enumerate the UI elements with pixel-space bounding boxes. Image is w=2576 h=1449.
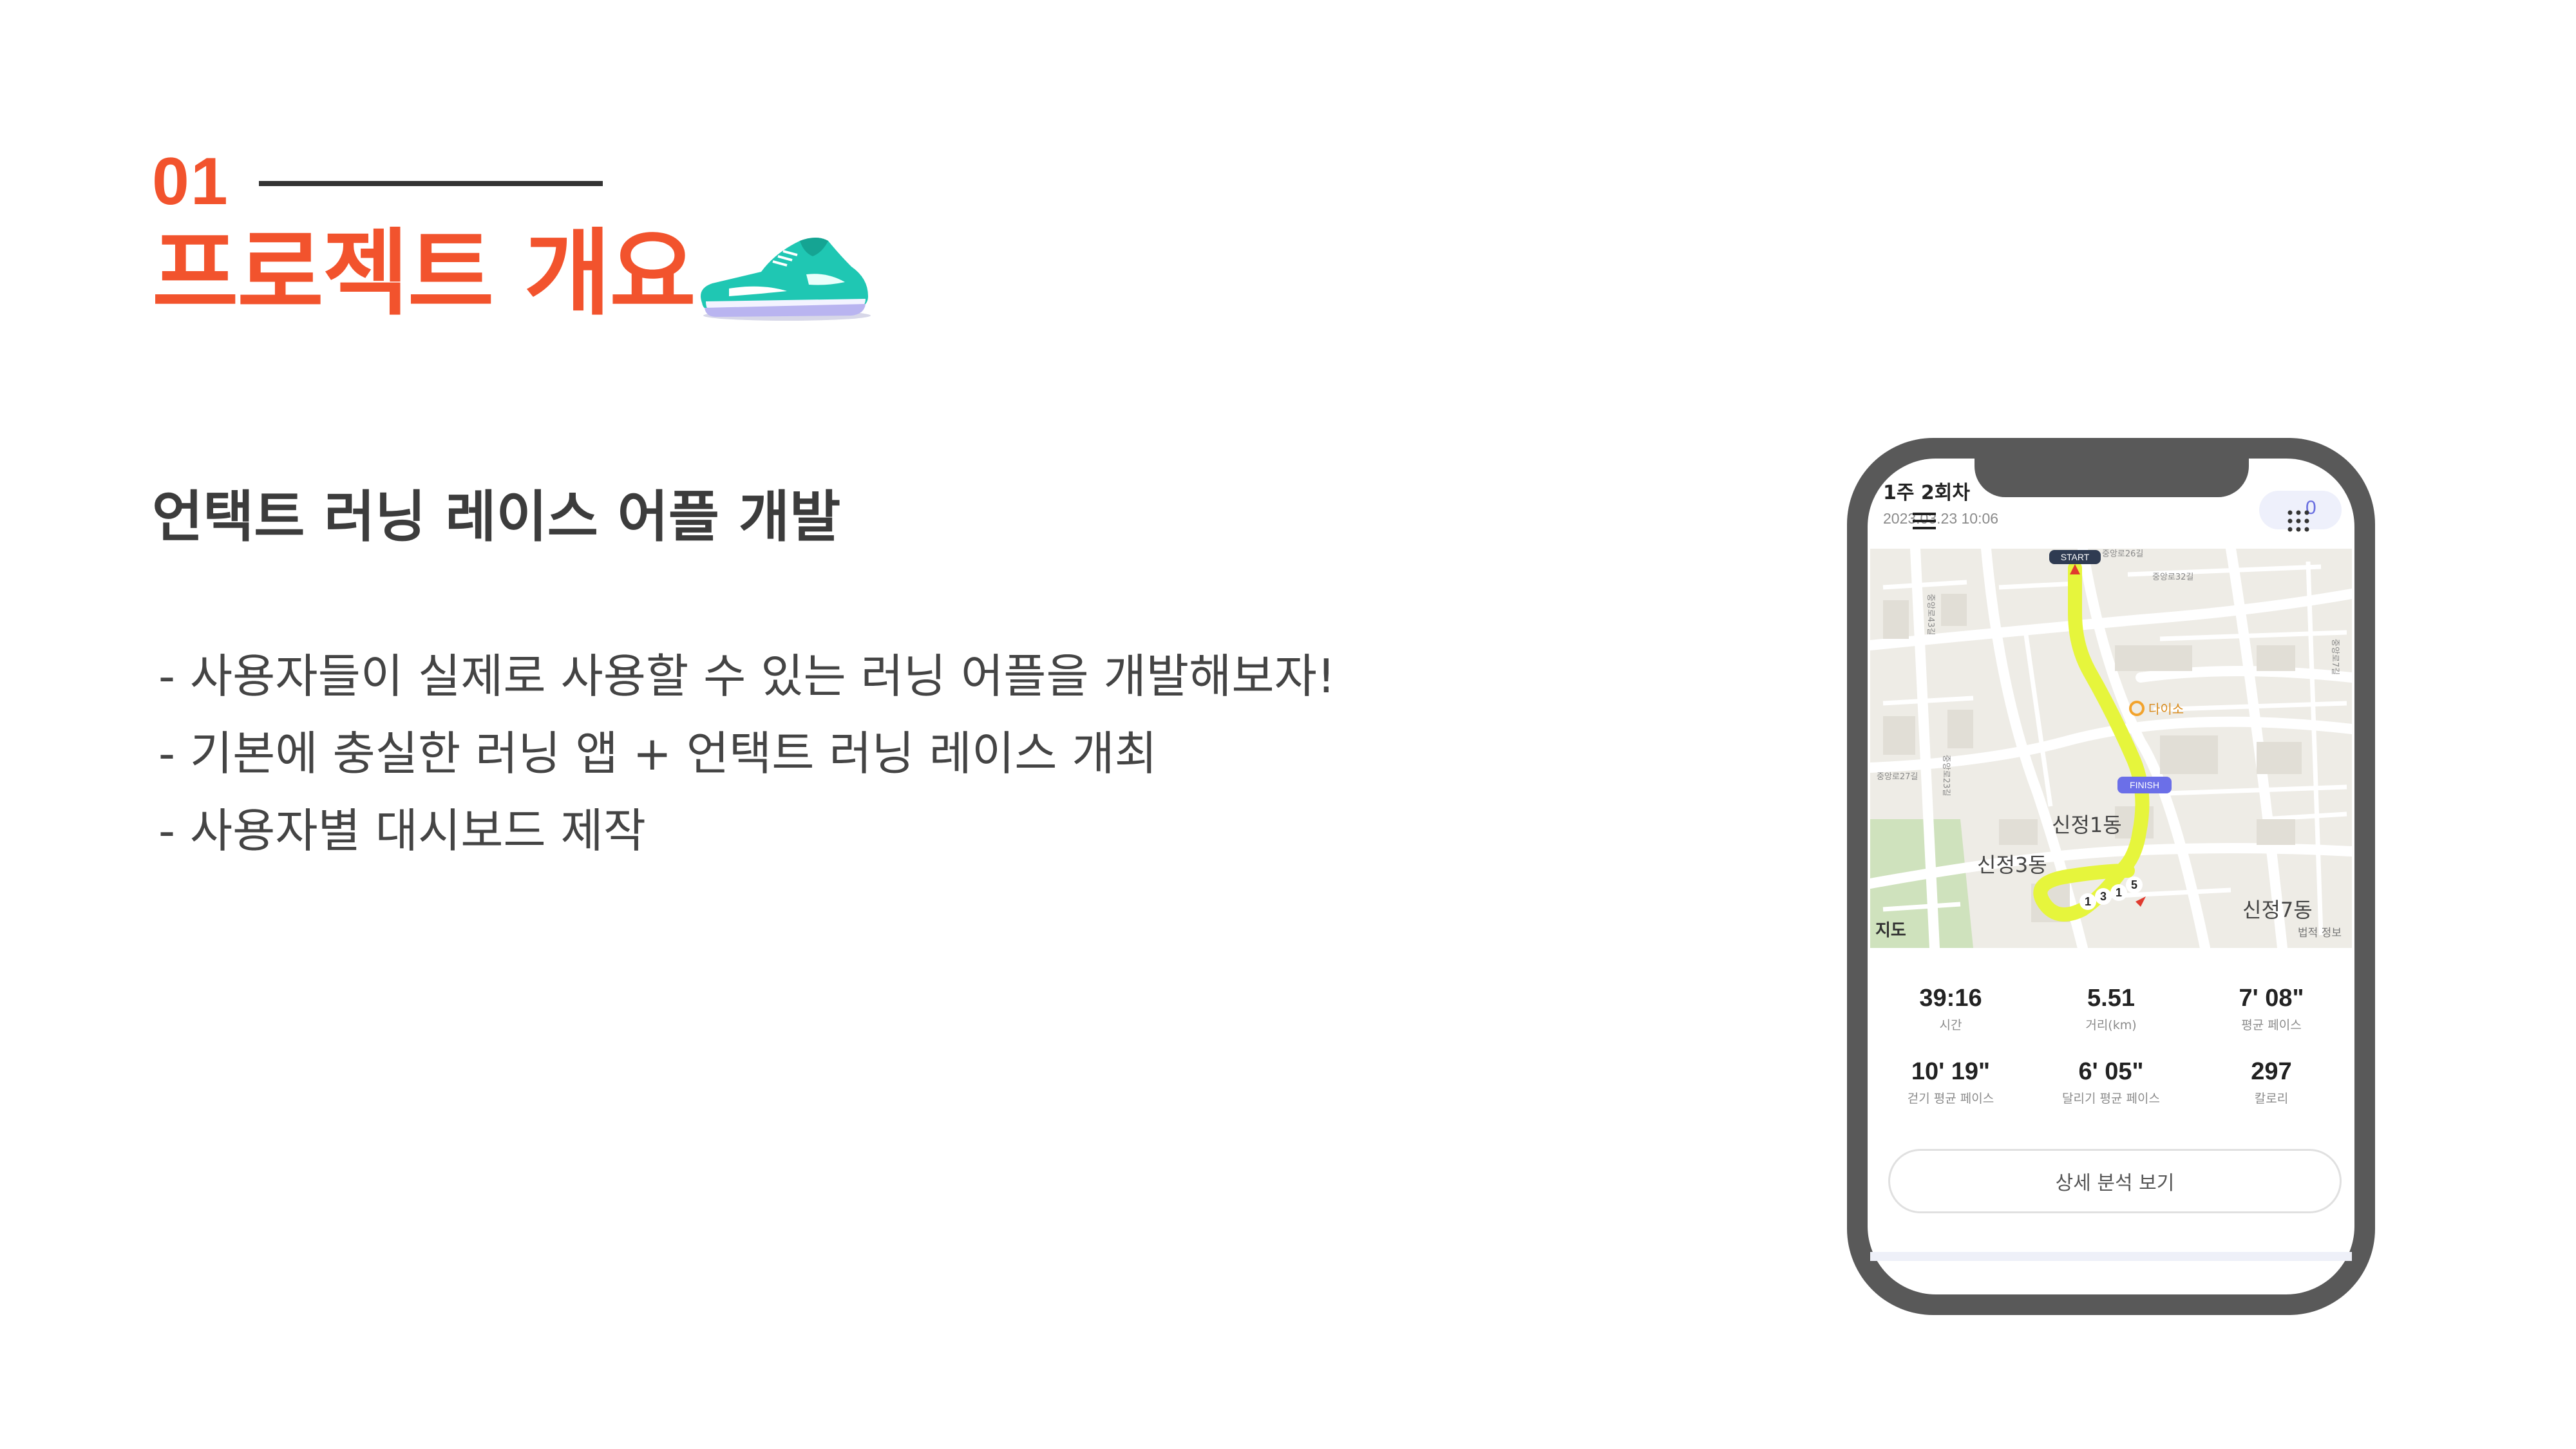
map-legal-link[interactable]: 법적 정보 [2298, 923, 2342, 940]
route-map[interactable]: START FINISH 다이소 신정1동 신정3동 신정7동 중앙로32길 중… [1870, 549, 2352, 948]
map-start-label: START [2061, 552, 2090, 562]
bullet-item: - 기본에 충실한 러닝 앱 + 언택트 러닝 레이스 개최 [158, 726, 1157, 781]
map-street-label: 중앙로32길 [2152, 573, 2193, 582]
detail-analysis-button[interactable]: 상세 분석 보기 [1888, 1149, 2342, 1213]
section-title: 프로젝트 개요 [152, 219, 696, 328]
stat-walk-pace: 10' 19" 걷기 평균 페이스 [1870, 1056, 2031, 1108]
stat-label: 시간 [1939, 1018, 1962, 1032]
map-attribution: 지도 [1875, 921, 1906, 940]
grid-icon[interactable] [2286, 509, 2311, 533]
menu-icon[interactable] [1911, 510, 1937, 532]
km-marker: 1 [2085, 895, 2091, 908]
bullet-list: - 사용자들이 실제로 사용할 수 있는 러닝 어플을 개발해보자! - 기본에… [158, 638, 1336, 869]
map-finish-label: FINISH [2130, 780, 2159, 790]
stat-avg-pace: 7' 08" 평균 페이스 [2191, 983, 2352, 1034]
phone-notch [1975, 448, 2249, 497]
running-shoe-icon [701, 238, 871, 321]
stat-distance: 5.51 거리(km) [2031, 983, 2192, 1034]
km-marker: 5 [2131, 878, 2137, 891]
stat-label: 평균 페이스 [2241, 1018, 2302, 1032]
map-street-label: 중앙로27길 [1877, 772, 1918, 782]
map-district-label: 신정7동 [2242, 898, 2313, 922]
stat-value: 6' 05" [2078, 1058, 2144, 1085]
stat-time: 39:16 시간 [1870, 983, 2031, 1034]
map-street-label: 중앙로23길 [1941, 755, 1951, 796]
map-district-label: 신정1동 [2052, 813, 2122, 837]
stat-value: 39:16 [1919, 985, 1982, 1012]
km-marker: 3 [2100, 890, 2107, 903]
map-district-label: 신정3동 [1977, 853, 2047, 877]
stat-value: 10' 19" [1911, 1058, 1991, 1085]
stat-label: 칼로리 [2254, 1092, 2289, 1106]
bullet-item: - 사용자별 대시보드 제작 [158, 804, 647, 858]
map-street-label: 중앙로43길 [1926, 594, 1935, 635]
stat-calories: 297 칼로리 [2191, 1056, 2352, 1108]
section-number: 01 [152, 144, 229, 219]
stat-value: 5.51 [2087, 985, 2135, 1012]
stat-value: 7' 08" [2239, 985, 2304, 1012]
stat-value: 297 [2251, 1058, 2292, 1085]
bottom-divider [1870, 1252, 2352, 1261]
map-street-label: 중앙로7길 [2330, 639, 2340, 675]
km-marker: 1 [2116, 886, 2122, 899]
map-street-label: 중앙로26길 [2102, 549, 2143, 559]
stat-run-pace: 6' 05" 달리기 평균 페이스 [2031, 1056, 2192, 1108]
title-divider [259, 181, 603, 186]
project-subtitle: 언택트 러닝 레이스 어플 개발 [152, 485, 841, 549]
stat-label: 걷기 평균 페이스 [1907, 1092, 1994, 1106]
stat-label: 달리기 평균 페이스 [2062, 1092, 2160, 1106]
map-poi-label: 다이소 [2148, 701, 2184, 717]
run-title: 1주 2회차 [1883, 482, 1970, 504]
bullet-item: - 사용자들이 실제로 사용할 수 있는 러닝 어플을 개발해보자! [158, 649, 1336, 703]
stat-label: 거리(km) [2085, 1018, 2137, 1032]
run-date: 2023.03.23 10:06 [1883, 510, 1999, 527]
